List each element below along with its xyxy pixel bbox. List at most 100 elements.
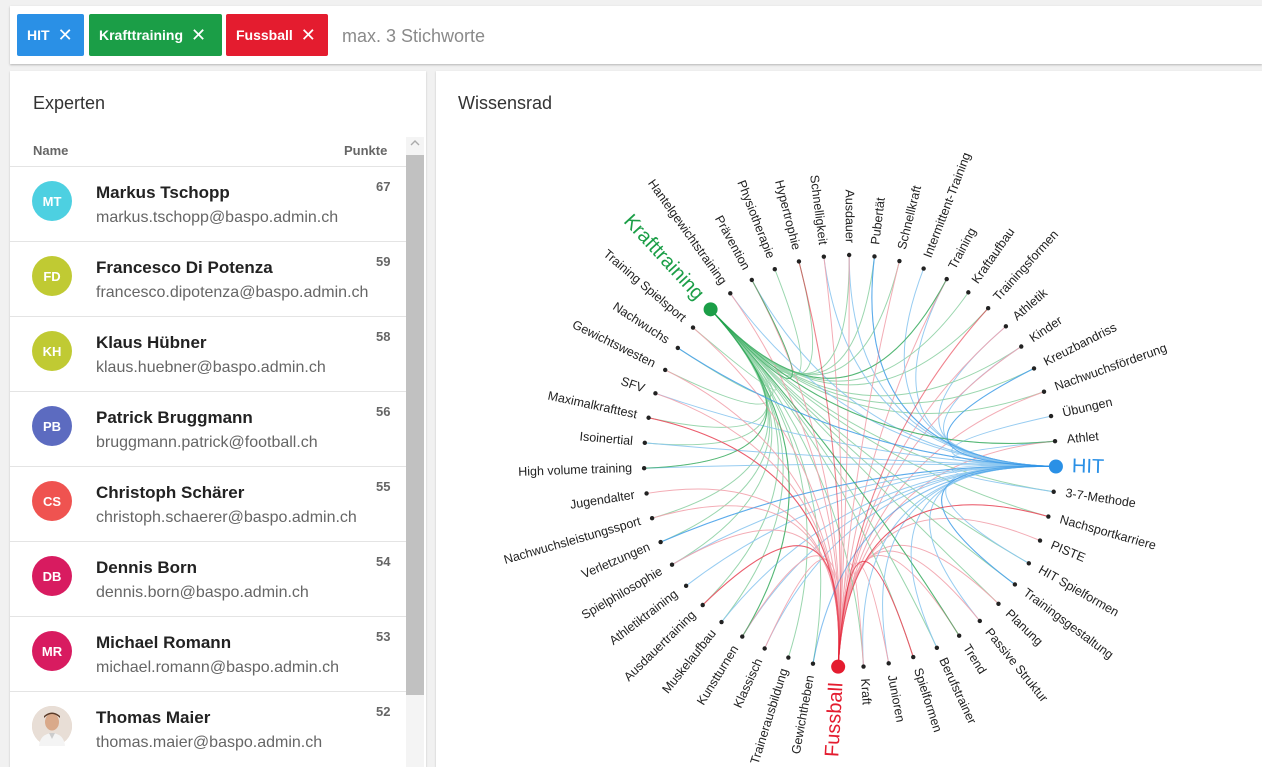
- topic-dot[interactable]: [786, 655, 791, 660]
- topic-dot[interactable]: [1019, 344, 1024, 349]
- topic-dot[interactable]: [740, 634, 745, 639]
- topic-dot[interactable]: [683, 583, 689, 589]
- expert-row[interactable]: Thomas Maier thomas.maier@baspo.admin.ch 5…: [10, 691, 406, 767]
- avatar: CS: [32, 481, 72, 521]
- topic-label[interactable]: 3-7-Methode: [1065, 486, 1137, 510]
- keyword-input[interactable]: [340, 20, 1244, 52]
- topic-dot[interactable]: [675, 345, 681, 351]
- topic-dot[interactable]: [1048, 413, 1054, 419]
- hub-dot[interactable]: [703, 302, 718, 317]
- topic-dot[interactable]: [728, 291, 733, 296]
- topic-dot[interactable]: [719, 619, 724, 625]
- topic-dot[interactable]: [1052, 438, 1058, 444]
- topic-label[interactable]: Planung: [1003, 607, 1046, 649]
- topic-dot[interactable]: [749, 277, 754, 283]
- topic-label[interactable]: Schnellkraft: [895, 184, 924, 251]
- topic-dot[interactable]: [762, 646, 767, 651]
- topic-dot[interactable]: [1026, 561, 1032, 566]
- chip-krafttraining[interactable]: Krafttraining ✕: [89, 14, 222, 56]
- expert-row[interactable]: KH Klaus Hübner klaus.huebner@baspo.admin.…: [10, 316, 406, 392]
- chip-hit[interactable]: HIT ✕: [17, 14, 84, 56]
- topic-dot[interactable]: [641, 465, 647, 471]
- hub-dot[interactable]: [1048, 459, 1063, 474]
- topic-dot[interactable]: [669, 562, 675, 567]
- topic-dot[interactable]: [663, 367, 668, 373]
- close-icon[interactable]: ✕: [58, 26, 73, 44]
- topic-dot[interactable]: [653, 391, 658, 396]
- topic-dot[interactable]: [921, 266, 926, 271]
- expert-name: Patrick Bruggmann: [96, 408, 253, 427]
- topic-dot[interactable]: [1041, 389, 1047, 394]
- expert-row[interactable]: MR Michael Romann michael.romann@baspo.adm…: [10, 616, 406, 692]
- topic-dot[interactable]: [944, 276, 949, 282]
- topic-dot[interactable]: [911, 654, 916, 660]
- topic-dot[interactable]: [886, 661, 891, 666]
- topic-dot[interactable]: [1003, 324, 1009, 329]
- topic-dot[interactable]: [1012, 582, 1018, 587]
- expert-row[interactable]: PB Patrick Bruggmann bruggmann.patrick@foo…: [10, 391, 406, 467]
- topic-dot[interactable]: [772, 267, 777, 272]
- expert-row[interactable]: MT Markus Tschopp markus.tschopp@baspo.adm…: [10, 166, 406, 242]
- column-header-points[interactable]: Punkte: [344, 143, 387, 158]
- topic-dot[interactable]: [897, 258, 902, 264]
- topic-dot[interactable]: [872, 254, 877, 259]
- topic-dot[interactable]: [810, 661, 816, 666]
- topic-dot[interactable]: [700, 602, 705, 608]
- topic-dot[interactable]: [1031, 366, 1037, 371]
- topic-label[interactable]: Junioren: [885, 674, 908, 724]
- topic-dot[interactable]: [966, 290, 971, 295]
- scroll-up-icon[interactable]: [409, 137, 421, 151]
- topic-dot[interactable]: [690, 325, 696, 330]
- topic-label[interactable]: High volume training: [518, 461, 632, 479]
- topic-dot[interactable]: [1051, 489, 1056, 494]
- topic-dot[interactable]: [821, 254, 827, 259]
- scrollbar-thumb[interactable]: [406, 155, 424, 695]
- topic-dot[interactable]: [1037, 538, 1043, 543]
- topic-label[interactable]: Athlet: [1066, 429, 1100, 446]
- topic-label[interactable]: Schnelligkeit: [807, 174, 830, 246]
- hub-label[interactable]: Krafttraining: [619, 210, 708, 304]
- topic-label[interactable]: SFV: [619, 374, 647, 395]
- topic-label[interactable]: Trend: [960, 642, 989, 677]
- close-icon[interactable]: ✕: [301, 26, 316, 44]
- chip-fussball[interactable]: Fussball ✕: [226, 14, 328, 56]
- topic-dot[interactable]: [861, 664, 866, 669]
- topic-dot[interactable]: [985, 305, 991, 311]
- topic-label[interactable]: Training: [946, 225, 979, 271]
- expert-email: markus.tschopp@baspo.admin.ch: [96, 209, 339, 226]
- topic-label[interactable]: Kraft: [858, 678, 874, 706]
- topic-dot[interactable]: [934, 645, 940, 650]
- topic-label[interactable]: Jugendalter: [569, 488, 636, 512]
- topic-dot[interactable]: [1046, 514, 1051, 519]
- topic-label[interactable]: Athletik: [1010, 285, 1051, 323]
- topic-label[interactable]: Isoinertial: [579, 429, 634, 448]
- topic-dot[interactable]: [649, 515, 655, 521]
- topic-dot[interactable]: [846, 252, 852, 258]
- topic-dot[interactable]: [644, 491, 649, 496]
- topic-dot[interactable]: [977, 618, 983, 624]
- topic-label[interactable]: Spielformen: [911, 666, 945, 734]
- topic-label[interactable]: Maximalkrafttest: [547, 389, 639, 422]
- topic-label[interactable]: Pubertät: [868, 196, 888, 245]
- hub-label[interactable]: HIT: [1072, 455, 1105, 478]
- close-icon[interactable]: ✕: [191, 26, 206, 44]
- topic-label[interactable]: Gewichtheben: [789, 674, 817, 755]
- topic-label[interactable]: PISTE: [1049, 538, 1088, 565]
- topic-dot[interactable]: [658, 539, 663, 545]
- topic-label[interactable]: Ausdauer: [843, 189, 857, 243]
- topic-dot[interactable]: [996, 601, 1001, 606]
- topic-label[interactable]: Übungen: [1061, 395, 1114, 420]
- topic-dot[interactable]: [642, 440, 648, 446]
- expert-row[interactable]: DB Dennis Born dennis.born@baspo.admin.ch 5…: [10, 541, 406, 617]
- topic-dot[interactable]: [646, 415, 651, 420]
- hub-dot[interactable]: [831, 659, 846, 674]
- column-header-name[interactable]: Name: [33, 143, 68, 158]
- hub-label[interactable]: Fussball: [821, 682, 847, 758]
- topic-label[interactable]: Kinder: [1027, 313, 1065, 345]
- topic-label[interactable]: Hypertrophie: [772, 179, 803, 252]
- expert-row[interactable]: CS Christoph Schärer christoph.schaerer@ba…: [10, 466, 406, 542]
- topic-dot[interactable]: [796, 259, 802, 264]
- expert-row[interactable]: FD Francesco Di Potenza francesco.dipotenz…: [10, 241, 406, 317]
- topic-dot[interactable]: [956, 633, 962, 638]
- topic-label[interactable]: Klassisch: [731, 656, 766, 710]
